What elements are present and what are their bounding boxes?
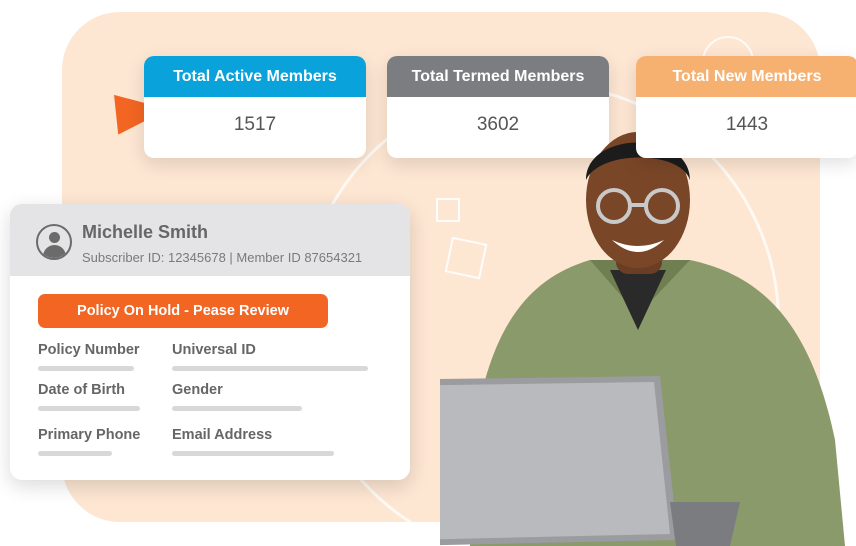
field-label-universal-id: Universal ID bbox=[172, 342, 256, 358]
field-label-email-address: Email Address bbox=[172, 427, 273, 443]
field-label-date-of-birth: Date of Birth bbox=[38, 382, 125, 398]
stat-card-label: Total Termed Members bbox=[387, 56, 609, 97]
field-value-date-of-birth bbox=[38, 406, 140, 411]
stat-card-value: 1443 bbox=[725, 114, 769, 135]
member-ids: Subscriber ID: 12345678 | Member ID 8765… bbox=[82, 250, 363, 265]
field-value-universal-id bbox=[172, 366, 368, 371]
stat-card-value: 1517 bbox=[233, 114, 277, 135]
member-card[interactable]: Michelle Smith Subscriber ID: 12345678 |… bbox=[10, 204, 410, 480]
field-label-policy-number: Policy Number bbox=[38, 342, 140, 358]
member-card-header: Michelle Smith Subscriber ID: 12345678 |… bbox=[10, 204, 410, 276]
user-avatar-icon bbox=[36, 224, 72, 260]
stat-card-label: Total Active Members bbox=[144, 56, 366, 97]
stat-card-new[interactable]: Total New Members 1443 bbox=[636, 56, 856, 158]
field-value-primary-phone bbox=[38, 451, 112, 456]
field-value-email-address bbox=[172, 451, 334, 456]
stat-card-active[interactable]: Total Active Members 1517 bbox=[144, 56, 366, 158]
policy-alert-button[interactable]: Policy On Hold - Pease Review bbox=[38, 294, 328, 328]
field-label-primary-phone: Primary Phone bbox=[38, 427, 141, 443]
field-value-gender bbox=[172, 406, 302, 411]
field-label-gender: Gender bbox=[172, 382, 223, 398]
field-value-policy-number bbox=[38, 366, 134, 371]
stat-card-label: Total New Members bbox=[636, 56, 856, 97]
person-with-laptop-illustration bbox=[440, 132, 845, 546]
member-name: Michelle Smith bbox=[82, 222, 209, 242]
